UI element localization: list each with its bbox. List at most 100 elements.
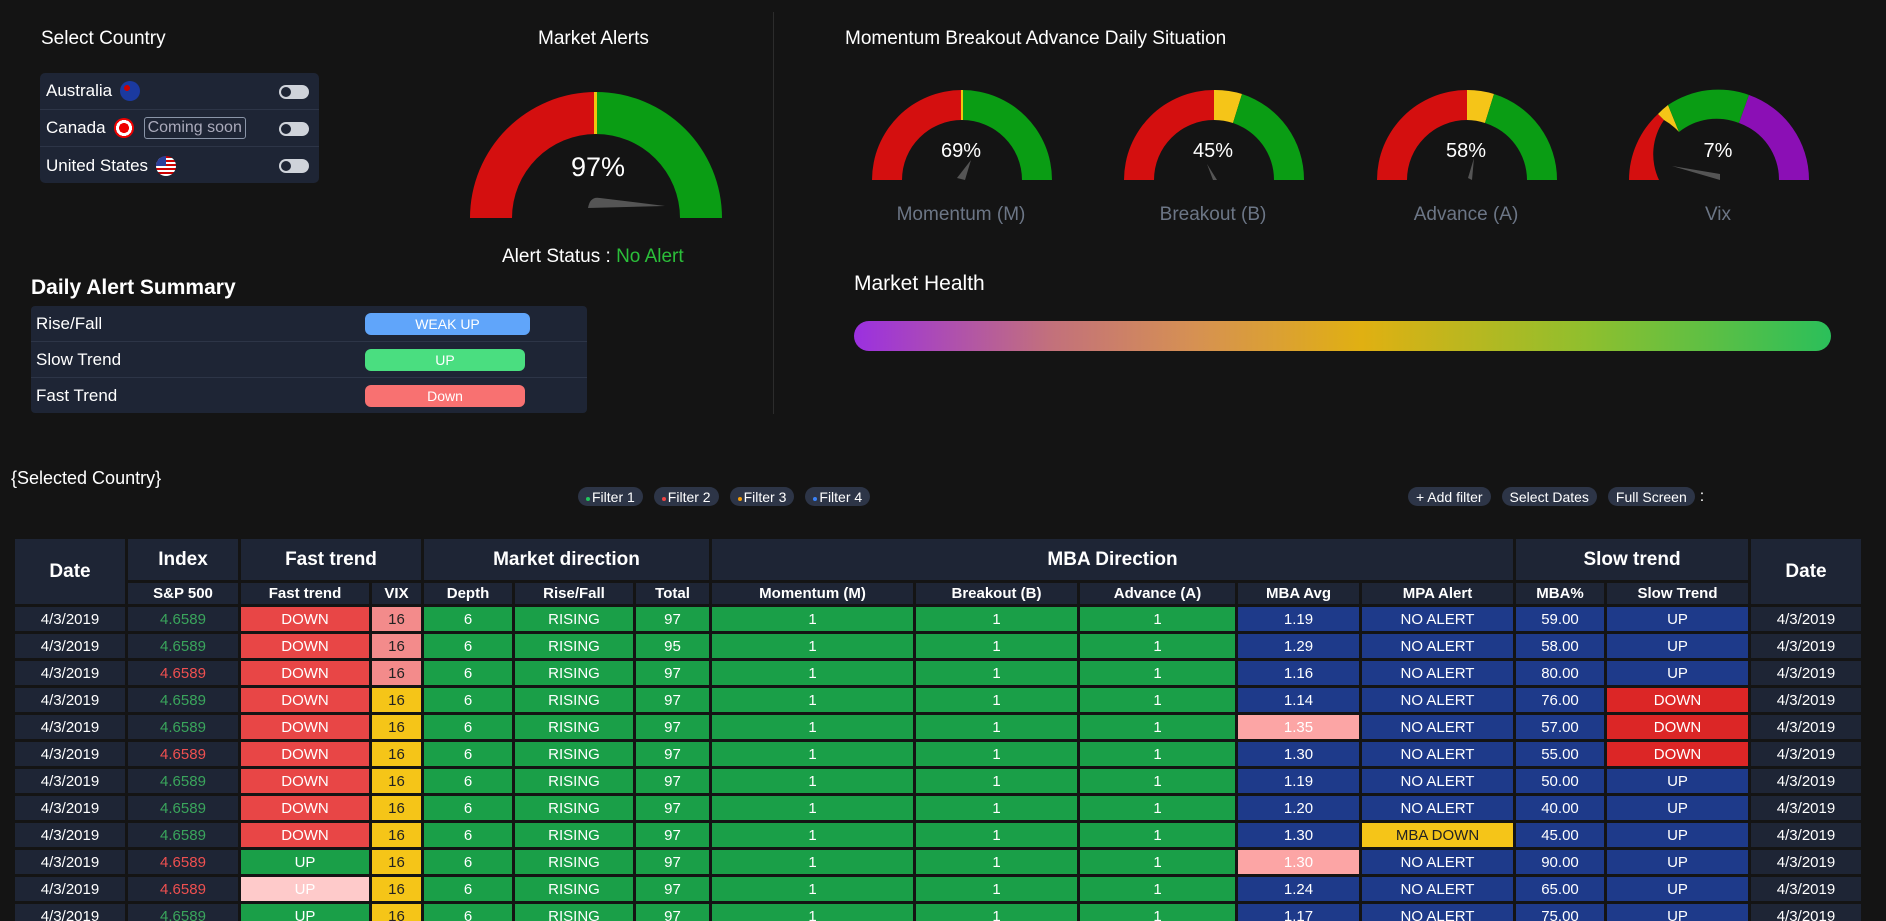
cell-mba-avg: 1.14 (1238, 688, 1359, 712)
cell-vix: 16 (372, 661, 421, 685)
cell-depth: 6 (424, 661, 512, 685)
cell-mba-pct: 65.00 (1516, 877, 1604, 901)
alert-status-value: No Alert (616, 246, 684, 267)
cell-sp500: 4.6589 (128, 634, 238, 658)
cell-mba-avg: 1.30 (1238, 742, 1359, 766)
header-date-2[interactable]: Date (1751, 539, 1861, 604)
cell-depth: 6 (424, 796, 512, 820)
header-fast-trend-group[interactable]: Fast trend (241, 539, 421, 580)
cell-slow-trend: DOWN (1607, 715, 1748, 739)
table-row[interactable]: 4/3/2019 4.6589 DOWN 16 6 RISING 97 1 1 1 1.19 NO A… (15, 607, 1861, 631)
table-row[interactable]: 4/3/2019 4.6589 DOWN 16 6 RISING 97 1 1 1 1.30 MBA … (15, 823, 1861, 847)
cell-total: 97 (636, 607, 709, 631)
header-rise-fall[interactable]: Rise/Fall (515, 583, 633, 604)
cell-mba-avg: 1.20 (1238, 796, 1359, 820)
table-row[interactable]: 4/3/2019 4.6589 DOWN 16 6 RISING 97 1 1 1 1.30 NO A… (15, 742, 1861, 766)
header-total[interactable]: Total (636, 583, 709, 604)
full-screen-button[interactable]: Full Screen (1607, 487, 1695, 506)
cell-depth: 6 (424, 823, 512, 847)
united-states-toggle[interactable] (279, 159, 309, 173)
summary-row-slow-trend: Slow Trend UP (31, 342, 587, 378)
table-row[interactable]: 4/3/2019 4.6589 UP 16 6 RISING 97 1 1 1 1.30 NO ALE… (15, 850, 1861, 874)
cell-sp500: 4.6589 (128, 850, 238, 874)
cell-fast-trend: DOWN (241, 688, 369, 712)
country-row-australia[interactable]: Australia (40, 73, 319, 110)
cell-vix: 16 (372, 850, 421, 874)
cell-date-2: 4/3/2019 (1751, 688, 1861, 712)
momentum-gauge (872, 90, 1052, 180)
header-slow-trend[interactable]: Slow Trend (1607, 583, 1748, 604)
table-row[interactable]: 4/3/2019 4.6589 DOWN 16 6 RISING 97 1 1 1 1.14 NO A… (15, 688, 1861, 712)
header-vix[interactable]: VIX (372, 583, 421, 604)
filter-chip-1[interactable]: Filter 1 (578, 487, 643, 506)
cell-breakout: 1 (916, 823, 1077, 847)
cell-fast-trend: DOWN (241, 634, 369, 658)
header-fast-trend[interactable]: Fast trend (241, 583, 369, 604)
cell-breakout: 1 (916, 904, 1077, 921)
rise-fall-pill: WEAK UP (365, 312, 530, 335)
cell-total: 97 (636, 904, 709, 921)
table-body: 4/3/2019 4.6589 DOWN 16 6 RISING 97 1 1 1 1.19 NO A… (15, 607, 1861, 921)
add-filter-button[interactable]: + Add filter (1408, 487, 1491, 506)
cell-fast-trend: UP (241, 850, 369, 874)
cell-rise-fall: RISING (515, 769, 633, 793)
header-momentum[interactable]: Momentum (M) (712, 583, 913, 604)
cell-rise-fall: RISING (515, 796, 633, 820)
cell-sp500: 4.6589 (128, 715, 238, 739)
header-date[interactable]: Date (15, 539, 125, 604)
cell-depth: 6 (424, 688, 512, 712)
header-index[interactable]: Index (128, 539, 238, 580)
table-row[interactable]: 4/3/2019 4.6589 DOWN 16 6 RISING 97 1 1 1 1.19 NO A… (15, 769, 1861, 793)
momentum-label: Momentum (M) (896, 204, 1026, 225)
filter-chip-2[interactable]: Filter 2 (653, 487, 719, 506)
filter-chip-3[interactable]: Filter 3 (729, 487, 795, 506)
cell-momentum: 1 (712, 607, 913, 631)
cell-advance: 1 (1080, 607, 1235, 631)
cell-depth: 6 (424, 634, 512, 658)
cell-mba-avg: 1.30 (1238, 850, 1359, 874)
table-row[interactable]: 4/3/2019 4.6589 DOWN 16 6 RISING 97 1 1 1 1.35 NO A… (15, 715, 1861, 739)
cell-sp500: 4.6589 (128, 796, 238, 820)
header-advance[interactable]: Advance (A) (1080, 583, 1235, 604)
cell-advance: 1 (1080, 904, 1235, 921)
cell-mba-pct: 59.00 (1516, 607, 1604, 631)
table-row[interactable]: 4/3/2019 4.6589 DOWN 16 6 RISING 95 1 1 1 1.29 NO A… (15, 634, 1861, 658)
market-health-bar (854, 321, 1831, 351)
header-market-direction[interactable]: Market direction (424, 539, 709, 580)
more-options-icon[interactable]: : (1700, 488, 1704, 506)
us-flag-icon (156, 155, 177, 176)
select-dates-button[interactable]: Select Dates (1501, 487, 1597, 506)
cell-depth: 6 (424, 715, 512, 739)
country-row-canada[interactable]: Canada Coming soon (40, 110, 319, 147)
australia-toggle[interactable] (279, 85, 309, 99)
canada-toggle[interactable] (279, 122, 309, 136)
header-breakout[interactable]: Breakout (B) (916, 583, 1077, 604)
cell-total: 97 (636, 796, 709, 820)
cell-fast-trend: DOWN (241, 607, 369, 631)
market-alerts-title: Market Alerts (538, 28, 649, 49)
table-row[interactable]: 4/3/2019 4.6589 UP 16 6 RISING 97 1 1 1 1.17 NO ALE… (15, 904, 1861, 921)
cell-vix: 16 (372, 877, 421, 901)
header-slow-trend-group[interactable]: Slow trend (1516, 539, 1748, 580)
cell-mpa-alert: NO ALERT (1362, 634, 1513, 658)
cell-mpa-alert: NO ALERT (1362, 607, 1513, 631)
header-mpa-alert[interactable]: MPA Alert (1362, 583, 1513, 604)
header-mba-pct[interactable]: MBA% (1516, 583, 1604, 604)
filter-chip-4[interactable]: Filter 4 (805, 487, 871, 506)
cell-depth: 6 (424, 850, 512, 874)
cell-date: 4/3/2019 (15, 661, 125, 685)
cell-breakout: 1 (916, 634, 1077, 658)
table-row[interactable]: 4/3/2019 4.6589 DOWN 16 6 RISING 97 1 1 1 1.20 NO A… (15, 796, 1861, 820)
fast-trend-pill: Down (365, 385, 525, 407)
cell-advance: 1 (1080, 769, 1235, 793)
slow-trend-pill: UP (365, 348, 525, 371)
country-name: Australia (46, 81, 113, 100)
cell-slow-trend: UP (1607, 823, 1748, 847)
header-sp500[interactable]: S&P 500 (128, 583, 238, 604)
table-row[interactable]: 4/3/2019 4.6589 UP 16 6 RISING 97 1 1 1 1.24 NO ALE… (15, 877, 1861, 901)
header-depth[interactable]: Depth (424, 583, 512, 604)
header-mba-avg[interactable]: MBA Avg (1238, 583, 1359, 604)
table-row[interactable]: 4/3/2019 4.6589 DOWN 16 6 RISING 97 1 1 1 1.16 NO A… (15, 661, 1861, 685)
country-row-united-states[interactable]: United States (40, 147, 319, 184)
header-mba-direction[interactable]: MBA Direction (712, 539, 1513, 580)
